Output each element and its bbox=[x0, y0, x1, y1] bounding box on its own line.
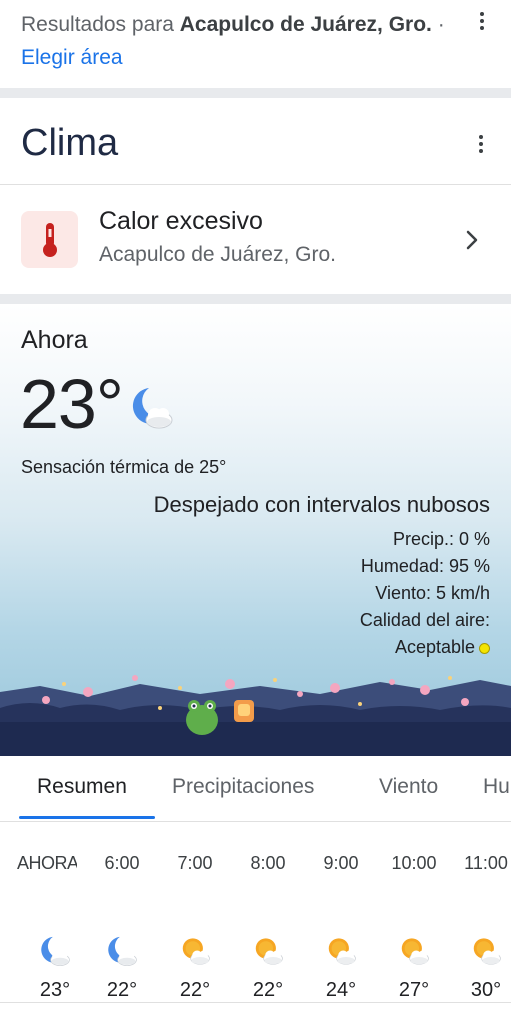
thermometer-icon bbox=[42, 222, 57, 257]
hour-temp: 30° bbox=[470, 979, 502, 1001]
tab-humidity[interactable]: Hu bbox=[483, 775, 510, 799]
hour-label: AHORA bbox=[17, 853, 77, 873]
sun-cloud-icon bbox=[468, 934, 504, 970]
results-place-state: Gro. bbox=[388, 13, 432, 36]
tab-precipitation[interactable]: Precipitaciones bbox=[172, 775, 314, 799]
hour-temp: 22° bbox=[252, 979, 284, 1001]
condition-text: Despejado con intervalos nubosos bbox=[153, 492, 490, 517]
now-label: Ahora bbox=[21, 326, 88, 354]
tab-wind[interactable]: Viento bbox=[379, 775, 438, 799]
sun-cloud-icon bbox=[250, 934, 286, 970]
section-separator bbox=[0, 88, 511, 98]
hour-temp: 23° bbox=[39, 979, 71, 1001]
hour-temp: 24° bbox=[325, 979, 357, 1001]
air-quality-row[interactable]: Aceptable bbox=[395, 637, 490, 658]
lantern-night-scene bbox=[0, 675, 511, 756]
active-tab-indicator bbox=[19, 816, 155, 819]
alert-icon-box bbox=[21, 211, 78, 268]
choose-area-link[interactable]: Elegir área bbox=[21, 46, 123, 69]
sun-cloud-icon bbox=[177, 934, 213, 970]
divider bbox=[0, 184, 511, 185]
results-place: Acapulco de Juárez, bbox=[179, 13, 383, 36]
hour-temp: 27° bbox=[398, 979, 430, 1001]
weather-menu-icon[interactable] bbox=[469, 132, 493, 156]
section-separator bbox=[0, 294, 511, 304]
current-temperature: 23° bbox=[20, 365, 124, 443]
air-quality-value: Aceptable bbox=[394, 637, 475, 657]
current-weather-panel: Ahora 23° Sensación térmica de 25° Despe… bbox=[0, 304, 511, 756]
weather-tabs: Resumen Precipitaciones Viento Hu bbox=[0, 757, 511, 822]
moon-cloud-icon bbox=[127, 384, 177, 434]
results-separator: · bbox=[431, 13, 445, 36]
hour-temp: 22° bbox=[179, 979, 211, 1001]
results-menu-icon[interactable] bbox=[470, 9, 494, 33]
results-text: Resultados para Acapulco de Juárez, Gro.… bbox=[21, 8, 451, 74]
precip-stat: Precip.: 0 % bbox=[392, 529, 490, 549]
hour-label: 8:00 bbox=[250, 853, 286, 873]
humidity-stat: Humedad: 95 % bbox=[360, 556, 490, 576]
moon-cloud-icon bbox=[37, 934, 73, 970]
tab-summary[interactable]: Resumen bbox=[37, 775, 127, 799]
results-prefix: Resultados para bbox=[21, 13, 180, 36]
hour-label: 10:00 bbox=[391, 853, 437, 873]
hour-label: 6:00 bbox=[104, 853, 140, 873]
sun-cloud-icon bbox=[396, 934, 432, 970]
alert-location: Acapulco de Juárez, Gro. bbox=[99, 243, 336, 266]
hour-label: 9:00 bbox=[323, 853, 359, 873]
moon-cloud-icon bbox=[104, 934, 140, 970]
hour-temp: 22° bbox=[106, 979, 138, 1001]
divider bbox=[0, 1002, 511, 1003]
sun-cloud-icon bbox=[323, 934, 359, 970]
hour-label: 7:00 bbox=[177, 853, 213, 873]
chevron-right-icon bbox=[466, 230, 478, 250]
alert-title: Calor excesivo bbox=[99, 207, 263, 235]
card-title: Clima bbox=[21, 122, 119, 164]
hour-label: 11:00 bbox=[464, 853, 508, 873]
wind-stat: Viento: 5 km/h bbox=[375, 583, 490, 603]
air-quality-label: Calidad del aire: bbox=[359, 610, 490, 630]
air-quality-dot-icon bbox=[479, 642, 490, 654]
feels-like: Sensación térmica de 25° bbox=[21, 457, 227, 477]
results-header: Resultados para Acapulco de Juárez, Gro.… bbox=[0, 0, 511, 88]
